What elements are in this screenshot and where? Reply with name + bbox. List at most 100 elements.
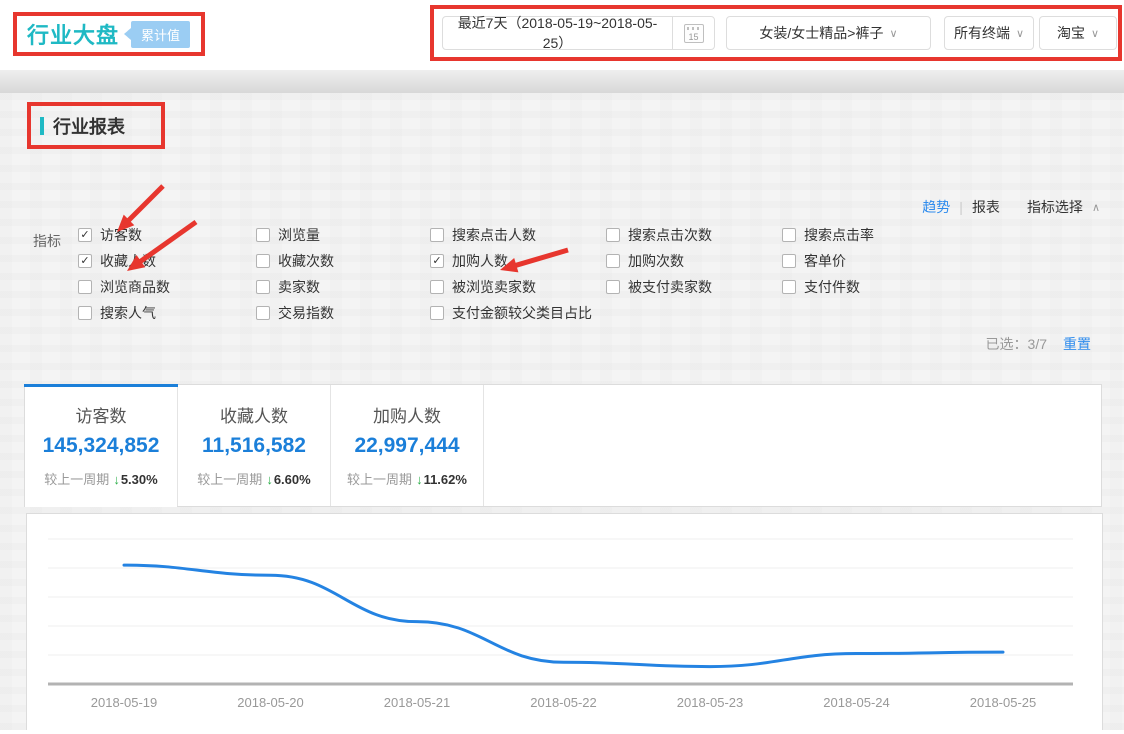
reset-button[interactable]: 重置 (1063, 334, 1091, 354)
metric-tab-value: 145,324,852 (25, 434, 177, 458)
metric-checkbox-row[interactable]: 浏览商品数 (78, 274, 170, 300)
terminal-dropdown[interactable]: 所有终端 ∨ (944, 16, 1034, 50)
metric-tabstrip: 访客数 145,324,852 较上一周期↓5.30%收藏人数11,516,582较… (24, 384, 1102, 507)
metric-tab-comparison: 较上一周期↓6.60% (178, 469, 330, 488)
calendar-day-number: 15 (685, 32, 703, 42)
date-range-value: 最近7天（2018-05-19~2018-05-25） (443, 13, 672, 53)
checkbox-unchecked-icon[interactable] (606, 228, 620, 242)
metric-tab-comparison: 较上一周期↓5.30% (25, 469, 177, 488)
cumulative-value-badge: 累计值 (131, 21, 190, 48)
metric-checkbox-label[interactable]: 加购人数 (452, 251, 508, 271)
metric-checkbox-label[interactable]: 交易指数 (278, 303, 334, 323)
x-axis-tick-label: 2018-05-22 (530, 695, 597, 710)
metric-checkbox-row[interactable]: ✓ 访客数 (78, 222, 170, 248)
metric-checkbox-row[interactable]: 搜索点击率 (782, 222, 874, 248)
metric-tab-title: 访客数 (25, 402, 177, 427)
chevron-down-icon: ∨ (1091, 27, 1099, 40)
section-title: 行业报表 (53, 113, 125, 139)
metric-tab-title: 加购人数 (331, 402, 483, 427)
selection-summary: 已选：3/7 重置 (986, 334, 1091, 354)
category-dropdown[interactable]: 女装/女士精品>裤子 ∨ (726, 16, 931, 50)
metric-checkbox-label[interactable]: 收藏人数 (100, 251, 156, 271)
metric-column: 搜索点击人数 ✓ 加购人数被浏览卖家数支付金额较父类目占比 (430, 222, 592, 326)
checkbox-unchecked-icon[interactable] (430, 228, 444, 242)
down-arrow-icon: ↓ (416, 472, 423, 487)
metric-tab[interactable]: 收藏人数11,516,582较上一周期↓6.60% (178, 385, 331, 506)
metric-checkbox-row[interactable]: ✓ 收藏人数 (78, 248, 170, 274)
metric-checkbox-label[interactable]: 客单价 (804, 251, 846, 271)
metric-checkbox-row[interactable]: 收藏次数 (256, 248, 334, 274)
platform-value: 淘宝 (1057, 23, 1085, 43)
trend-line-chart: 2018-05-192018-05-202018-05-212018-05-22… (27, 514, 1102, 729)
metric-checkbox-label[interactable]: 搜索人气 (100, 303, 156, 323)
metric-checkbox-label[interactable]: 收藏次数 (278, 251, 334, 271)
checkbox-unchecked-icon[interactable] (606, 254, 620, 268)
x-axis-tick-label: 2018-05-20 (237, 695, 304, 710)
checkbox-checked-icon[interactable]: ✓ (78, 254, 92, 268)
metric-checkbox-row[interactable]: 搜索点击次数 (606, 222, 712, 248)
checkbox-unchecked-icon[interactable] (256, 254, 270, 268)
checkbox-unchecked-icon[interactable] (78, 280, 92, 294)
metric-checkbox-label[interactable]: 被浏览卖家数 (452, 277, 536, 297)
checkbox-unchecked-icon[interactable] (256, 280, 270, 294)
comparison-label: 较上一周期 (347, 472, 412, 487)
metric-checkbox-label[interactable]: 访客数 (100, 225, 142, 245)
checkbox-unchecked-icon[interactable] (256, 228, 270, 242)
x-axis-tick-label: 2018-05-21 (384, 695, 451, 710)
chevron-down-icon: ∨ (890, 27, 898, 40)
metric-column: ✓ 访客数 ✓ 收藏人数浏览商品数搜索人气 (78, 222, 170, 326)
view-switch: 趋势 | 报表 指标选择 ∧ (922, 197, 1100, 217)
metric-checkbox-label[interactable]: 搜索点击率 (804, 225, 874, 245)
metric-checkbox-row[interactable]: 加购次数 (606, 248, 712, 274)
metric-checkbox-label[interactable]: 搜索点击人数 (452, 225, 536, 245)
calendar-button[interactable]: 15 (672, 17, 714, 49)
trend-chart-panel: 2018-05-192018-05-202018-05-212018-05-22… (26, 513, 1103, 730)
metric-checkbox-label[interactable]: 浏览量 (278, 225, 320, 245)
checkbox-checked-icon[interactable]: ✓ (430, 254, 444, 268)
metric-checkbox-label[interactable]: 支付金额较父类目占比 (452, 303, 592, 323)
metric-checkbox-row[interactable]: 支付金额较父类目占比 (430, 300, 592, 326)
metric-select-toggle[interactable]: 指标选择 (1027, 197, 1083, 217)
metric-checkbox-label[interactable]: 加购次数 (628, 251, 684, 271)
checkbox-unchecked-icon[interactable] (782, 280, 796, 294)
checkbox-unchecked-icon[interactable] (430, 280, 444, 294)
x-axis-tick-label: 2018-05-23 (677, 695, 744, 710)
metric-checkbox-row[interactable]: 客单价 (782, 248, 874, 274)
comparison-label: 较上一周期 (197, 472, 262, 487)
metric-checkbox-row[interactable]: ✓ 加购人数 (430, 248, 592, 274)
checkbox-unchecked-icon[interactable] (782, 228, 796, 242)
trend-line-series (124, 565, 1003, 667)
tab-report[interactable]: 报表 (972, 197, 1000, 217)
selected-count: 已选：3/7 (986, 334, 1047, 354)
metric-checkbox-row[interactable]: 搜索点击人数 (430, 222, 592, 248)
metric-checkbox-row[interactable]: 浏览量 (256, 222, 334, 248)
metric-checkbox-row[interactable]: 交易指数 (256, 300, 334, 326)
metric-checkbox-label[interactable]: 被支付卖家数 (628, 277, 712, 297)
highlight-box-title: 行业大盘 累计值 (13, 12, 205, 56)
checkbox-unchecked-icon[interactable] (256, 306, 270, 320)
header-divider-strip (0, 70, 1124, 93)
checkbox-checked-icon[interactable]: ✓ (78, 228, 92, 242)
checkbox-unchecked-icon[interactable] (430, 306, 444, 320)
metric-checkbox-label[interactable]: 浏览商品数 (100, 277, 170, 297)
metric-checkbox-label[interactable]: 卖家数 (278, 277, 320, 297)
checkbox-unchecked-icon[interactable] (606, 280, 620, 294)
chevron-down-icon: ∨ (1016, 27, 1024, 40)
metric-checkbox-row[interactable]: 支付件数 (782, 274, 874, 300)
platform-dropdown[interactable]: 淘宝 ∨ (1039, 16, 1117, 50)
metric-checkbox-label[interactable]: 支付件数 (804, 277, 860, 297)
checkbox-unchecked-icon[interactable] (782, 254, 796, 268)
date-range-picker[interactable]: 最近7天（2018-05-19~2018-05-25） 15 (442, 16, 715, 50)
metric-checkbox-label[interactable]: 搜索点击次数 (628, 225, 712, 245)
tab-trend[interactable]: 趋势 (922, 197, 950, 217)
metric-checkbox-row[interactable]: 卖家数 (256, 274, 334, 300)
chevron-up-icon: ∧ (1092, 201, 1100, 214)
metric-checkbox-row[interactable]: 搜索人气 (78, 300, 170, 326)
metric-checkbox-row[interactable]: 被浏览卖家数 (430, 274, 592, 300)
metric-checkbox-row[interactable]: 被支付卖家数 (606, 274, 712, 300)
change-percent: 11.62% (424, 472, 467, 487)
checkbox-unchecked-icon[interactable] (78, 306, 92, 320)
view-switch-divider: | (959, 199, 963, 215)
metric-tab[interactable]: 加购人数22,997,444较上一周期↓11.62% (331, 385, 484, 506)
metric-tab[interactable]: 访客数 145,324,852 较上一周期↓5.30% (25, 385, 178, 506)
